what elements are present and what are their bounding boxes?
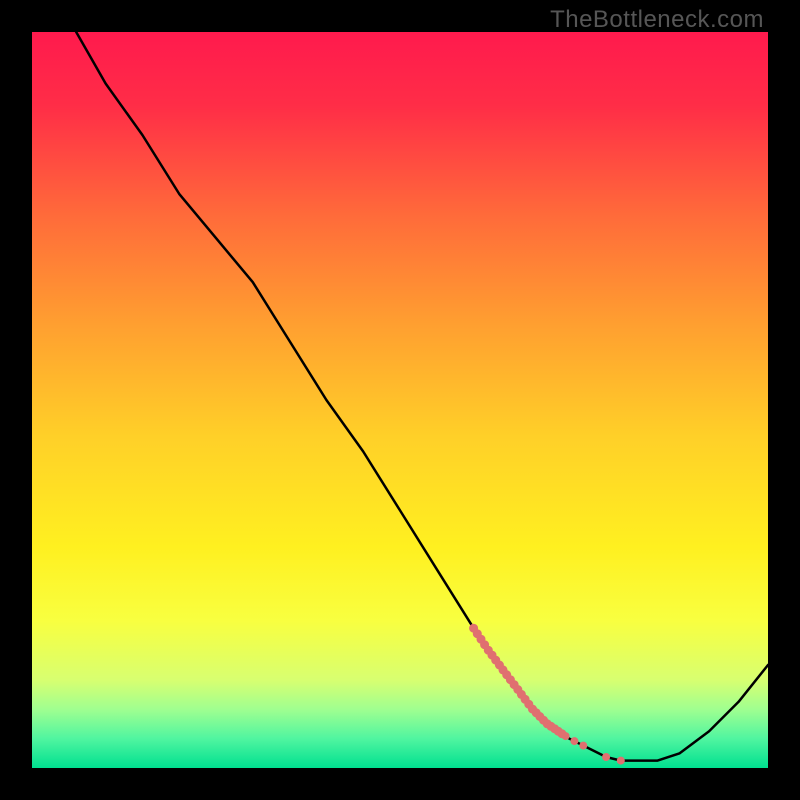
- plot-area: [32, 32, 768, 768]
- gradient-rect: [32, 32, 768, 768]
- watermark-text: TheBottleneck.com: [550, 6, 764, 34]
- gradient-background: [32, 32, 768, 768]
